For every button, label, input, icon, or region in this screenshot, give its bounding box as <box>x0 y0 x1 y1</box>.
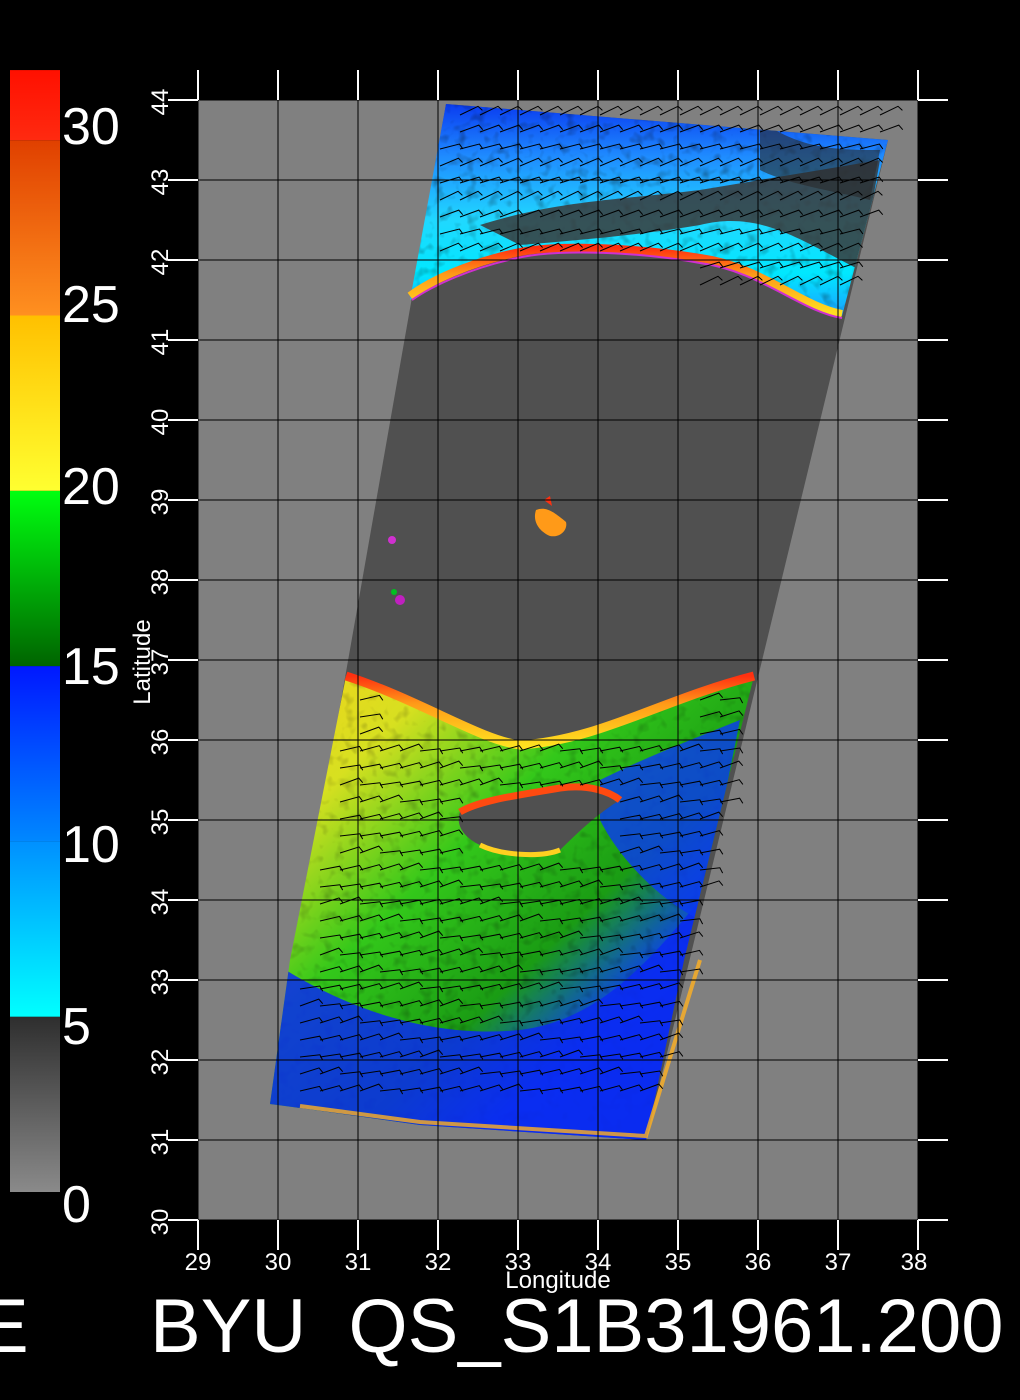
lat-tick-32: 32 <box>147 1049 174 1076</box>
lat-tick-39: 39 <box>147 489 174 516</box>
lon-tick-36: 36 <box>745 1249 772 1276</box>
lon-tick-37: 37 <box>825 1249 852 1276</box>
lon-tick-35: 35 <box>665 1249 692 1276</box>
colorbar-tick-labels: 0 5 10 15 20 25 30 <box>62 98 120 1234</box>
lon-tick-38: 38 <box>901 1249 928 1276</box>
colorbar-band-30-32 <box>10 70 60 141</box>
lat-tick-36: 36 <box>147 729 174 756</box>
colorbar-tick-5: 5 <box>62 998 91 1056</box>
lat-tick-44: 44 <box>147 89 174 116</box>
lat-tick-40: 40 <box>147 409 174 436</box>
lat-tick-34: 34 <box>147 889 174 916</box>
lat-tick-38: 38 <box>147 569 174 596</box>
footer-title: BYU QS_S1B31961.200 <box>150 1284 1003 1369</box>
lat-tick-30: 30 <box>147 1209 174 1236</box>
lat-tick-35: 35 <box>147 809 174 836</box>
lat-tick-33: 33 <box>147 969 174 996</box>
y-axis-label: Latitude <box>129 619 156 704</box>
lat-tick-31: 31 <box>147 1129 174 1156</box>
colorbar-band-0-5 <box>10 1016 60 1192</box>
lat-tick-42: 42 <box>147 249 174 276</box>
footer-left-glyph: E <box>0 1284 29 1369</box>
colorbar-band-25-30 <box>10 140 60 316</box>
colorbar-tick-20: 20 <box>62 458 120 516</box>
colorbar-tick-10: 10 <box>62 816 120 874</box>
colorbar-band-5-10 <box>10 841 60 1017</box>
lat-tick-41: 41 <box>147 329 174 356</box>
colorbar <box>10 70 60 1192</box>
colorbar-tick-30: 30 <box>62 98 120 156</box>
colorbar-tick-0: 0 <box>62 1176 91 1234</box>
colorbar-band-10-15 <box>10 666 60 842</box>
wind-speed-map-figure: 0 5 10 15 20 25 30 29 30 31 32 33 34 35 … <box>0 70 1003 1369</box>
lon-tick-32: 32 <box>425 1249 452 1276</box>
colorbar-band-20-25 <box>10 315 60 491</box>
lat-tick-43: 43 <box>147 169 174 196</box>
colorbar-tick-25: 25 <box>62 276 120 334</box>
colorbar-tick-15: 15 <box>62 638 120 696</box>
lon-tick-31: 31 <box>345 1249 372 1276</box>
colorbar-band-15-20 <box>10 490 60 667</box>
lon-tick-30: 30 <box>265 1249 292 1276</box>
lon-tick-29: 29 <box>185 1249 212 1276</box>
